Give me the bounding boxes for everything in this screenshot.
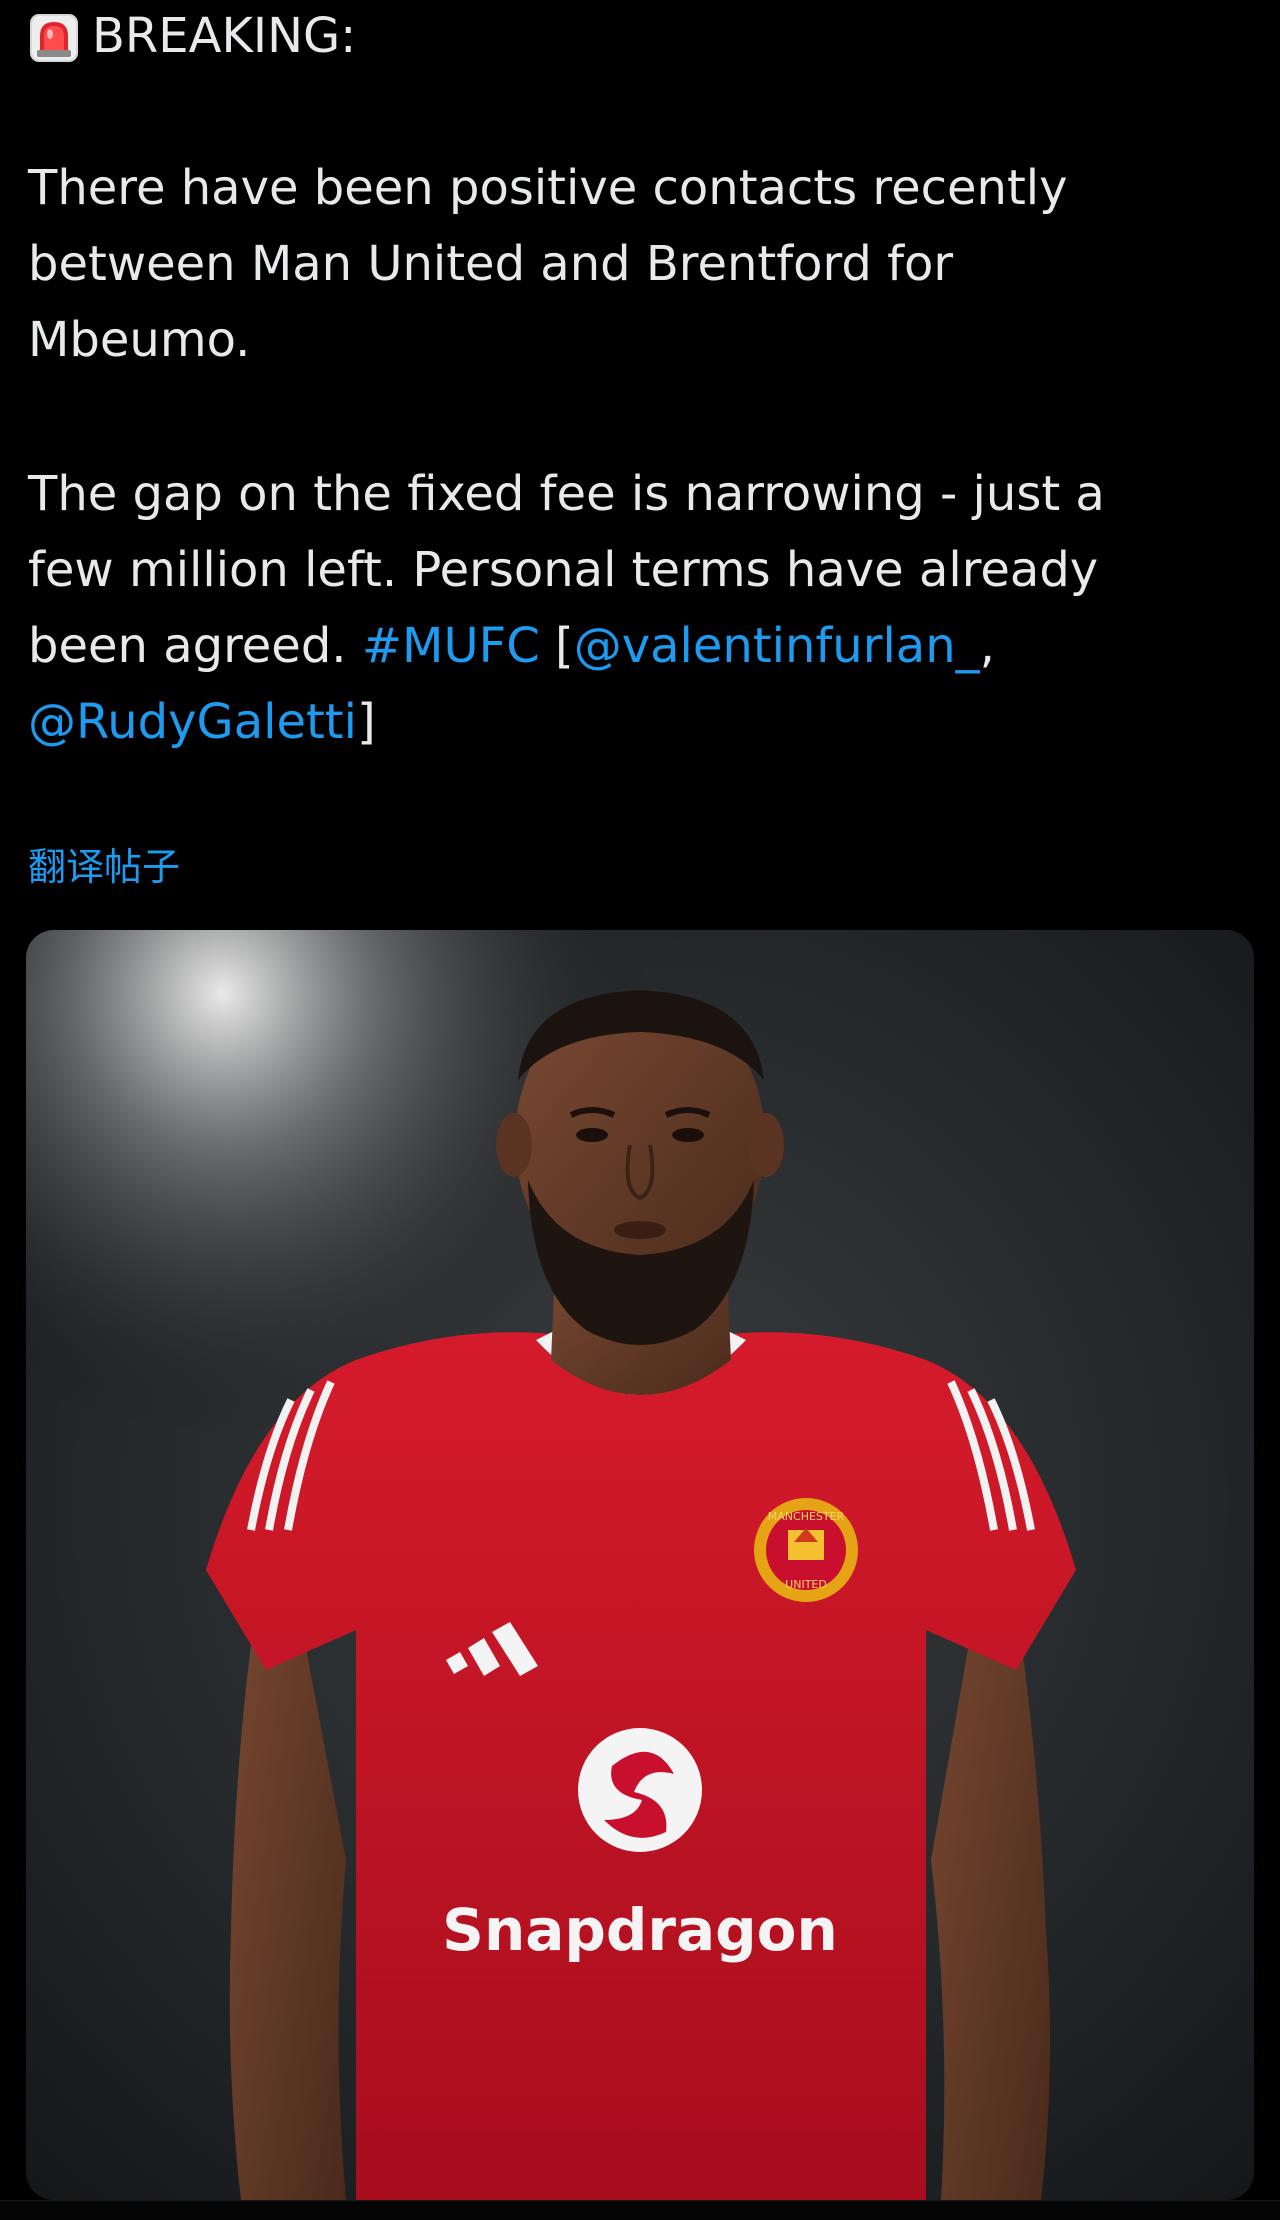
bottom-edge: [0, 2200, 1280, 2220]
mention-link[interactable]: @valentinfurlan_: [574, 618, 980, 674]
post-text-line: @RudyGaletti]: [28, 684, 1228, 760]
shirt-sponsor-text: Snapdragon: [442, 1896, 838, 1964]
translate-post-link[interactable]: 翻译帖子: [28, 840, 180, 894]
post-text-segment: ]: [356, 694, 376, 750]
club-crest-icon: MANCHESTER UNITED: [754, 1498, 858, 1602]
post-text-line: been agreed. #MUFC [@valentinfurlan_,: [28, 608, 1228, 684]
headline-text: BREAKING:: [92, 8, 357, 64]
post-text-segment: been agreed.: [28, 618, 362, 674]
post-text-segment: ,: [979, 618, 995, 674]
post-paragraph-2: The gap on the fixed fee is narrowing - …: [28, 456, 1228, 760]
post-paragraph-1: There have been positive contacts recent…: [28, 150, 1228, 378]
siren-icon: [28, 8, 80, 64]
post-text-line: Mbeumo.: [28, 312, 251, 368]
post-text-line: The gap on the fixed fee is narrowing - …: [28, 466, 1105, 522]
post-text-segment: [: [539, 618, 574, 674]
snapdragon-logo-icon: [578, 1728, 702, 1852]
post-media-photo[interactable]: MANCHESTER UNITED Snapdragon: [26, 930, 1254, 2200]
crest-top-text: MANCHESTER: [768, 1510, 845, 1523]
post-headline: BREAKING:: [28, 6, 356, 66]
post-text-line: few million left. Personal terms have al…: [28, 542, 1099, 598]
mention-link[interactable]: @RudyGaletti: [28, 694, 357, 750]
post-text-line: There have been positive contacts recent…: [28, 160, 1068, 216]
hashtag-link[interactable]: #MUFC: [362, 618, 540, 674]
crest-bottom-text: UNITED: [785, 1578, 827, 1591]
player-photo: MANCHESTER UNITED Snapdragon: [26, 930, 1254, 2200]
post-text-line: between Man United and Brentford for: [28, 236, 954, 292]
